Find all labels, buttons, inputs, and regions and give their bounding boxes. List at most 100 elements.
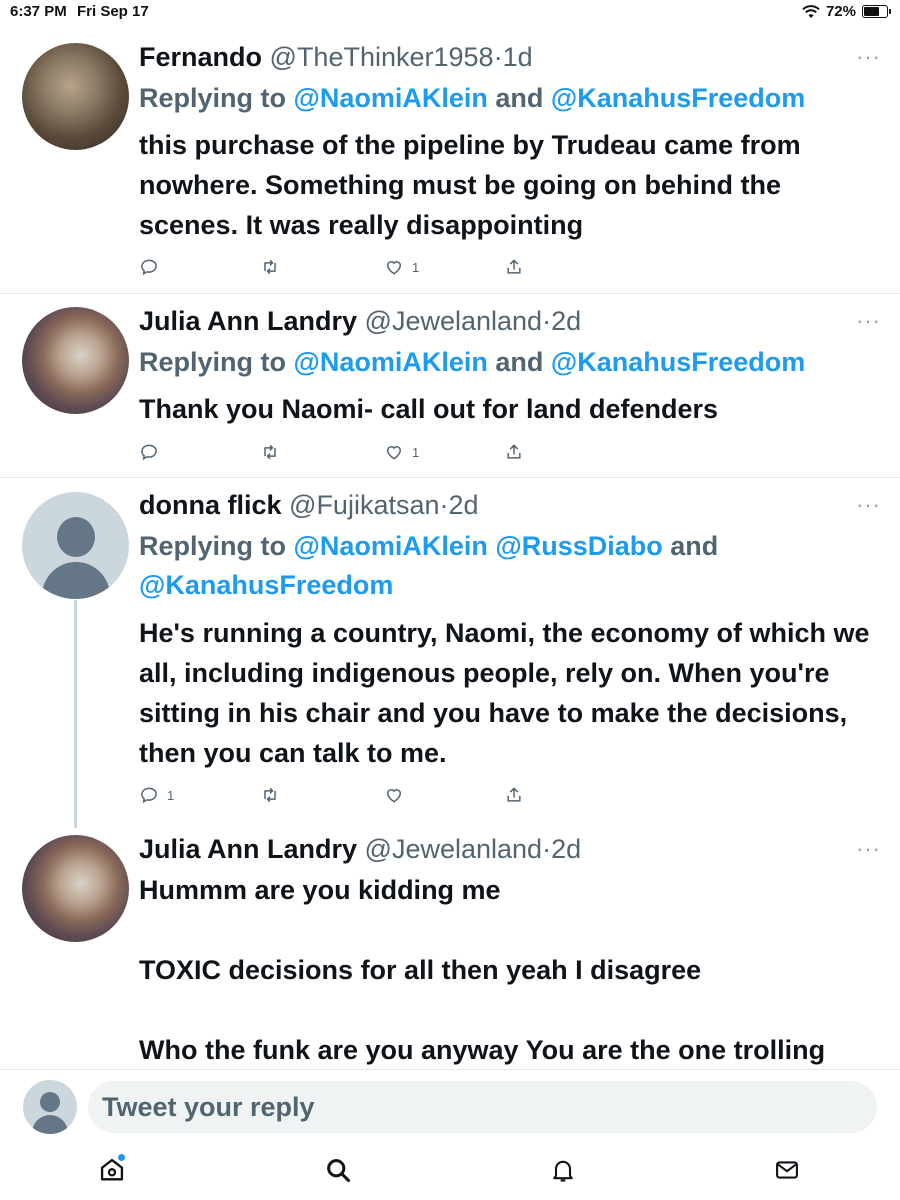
like-button[interactable] bbox=[384, 785, 412, 805]
like-button[interactable]: 1 bbox=[384, 257, 419, 277]
share-icon bbox=[507, 787, 521, 802]
avatar-donna-default[interactable] bbox=[22, 492, 129, 599]
status-right: 72% bbox=[802, 3, 891, 20]
mention-link[interactable]: @KanahusFreedom bbox=[551, 347, 805, 377]
heart-icon bbox=[386, 261, 402, 275]
tweet-text: this purchase of the pipeline by Trudeau… bbox=[139, 130, 801, 240]
author-handle[interactable]: @Jewelanland bbox=[365, 834, 543, 864]
mention-link[interactable]: @KanahusFreedom bbox=[551, 83, 805, 113]
thread-connector-line bbox=[74, 600, 77, 828]
nav-messages[interactable] bbox=[773, 1156, 803, 1186]
status-bar: 6:37 PM Fri Sep 17 72% bbox=[0, 0, 900, 26]
avatar-julia[interactable] bbox=[22, 307, 129, 414]
reply-input[interactable] bbox=[88, 1081, 877, 1133]
tweet-text-line: Hummm are you kidding me bbox=[139, 875, 501, 905]
status-time: 6:37 PM bbox=[10, 3, 67, 20]
share-icon bbox=[507, 444, 521, 459]
author-name[interactable]: Julia Ann Landry bbox=[139, 834, 357, 864]
replying-to: Replying to @NaomiAKlein @RussDiabo and … bbox=[139, 527, 879, 605]
share-icon bbox=[507, 259, 521, 274]
retweet-icon bbox=[264, 444, 276, 460]
retweet-button[interactable] bbox=[260, 257, 280, 277]
like-button[interactable]: 1 bbox=[384, 442, 419, 462]
reply-button[interactable] bbox=[139, 442, 167, 462]
notifications-icon bbox=[553, 1160, 573, 1182]
more-options-icon[interactable]: ··· bbox=[856, 836, 881, 862]
mention-link[interactable]: @NaomiAKlein bbox=[294, 347, 488, 377]
notification-dot bbox=[118, 1154, 125, 1161]
separator: · bbox=[493, 42, 503, 72]
avatar-head bbox=[57, 517, 95, 557]
tweet-age[interactable]: 2d bbox=[551, 834, 581, 864]
separator: · bbox=[542, 306, 552, 336]
more-options-icon[interactable]: ··· bbox=[856, 492, 881, 518]
tweet-actions: 1 bbox=[139, 442, 539, 466]
tweet-age[interactable]: 2d bbox=[551, 306, 581, 336]
mention-joiner: and bbox=[487, 347, 551, 377]
reply-icon bbox=[141, 444, 157, 461]
share-button[interactable] bbox=[504, 257, 524, 277]
avatar-julia[interactable] bbox=[22, 835, 129, 942]
nav-home[interactable] bbox=[98, 1154, 128, 1186]
tweet-text-line: TOXIC decisions for all then yeah I disa… bbox=[139, 955, 702, 985]
tweet-header: Julia Ann Landry @Jewelanland·2d bbox=[139, 834, 581, 865]
reply-button[interactable] bbox=[139, 257, 167, 277]
avatar-body bbox=[42, 562, 110, 599]
mention-link[interactable]: @NaomiAKlein bbox=[294, 531, 488, 561]
avatar-head bbox=[40, 1092, 60, 1112]
tweet-age[interactable]: 1d bbox=[503, 42, 533, 72]
twitter-thread-page: 6:37 PM Fri Sep 17 72% Fernando @TheThin… bbox=[0, 0, 900, 1200]
nav-search[interactable] bbox=[324, 1156, 354, 1186]
tweet-actions: 1 bbox=[139, 257, 539, 281]
author-name[interactable]: donna flick bbox=[139, 490, 282, 520]
more-options-icon[interactable]: ··· bbox=[856, 308, 881, 334]
tweet-divider bbox=[0, 477, 900, 478]
author-handle[interactable]: @TheThinker1958 bbox=[270, 42, 494, 72]
mention-joiner: and bbox=[487, 83, 551, 113]
author-handle[interactable]: @Jewelanland bbox=[365, 306, 543, 336]
wifi-icon bbox=[802, 4, 820, 18]
author-name[interactable]: Julia Ann Landry bbox=[139, 306, 357, 336]
tweet-header: donna flick @Fujikatsan·2d bbox=[139, 490, 479, 521]
author-handle[interactable]: @Fujikatsan bbox=[289, 490, 439, 520]
battery-icon bbox=[862, 5, 891, 18]
mention-link[interactable]: @NaomiAKlein bbox=[294, 83, 488, 113]
tweet-divider bbox=[0, 293, 900, 294]
reply-bar-divider bbox=[0, 1069, 900, 1070]
share-button[interactable] bbox=[504, 442, 524, 462]
reply-icon bbox=[141, 259, 157, 276]
retweet-icon bbox=[264, 787, 276, 803]
heart-icon bbox=[386, 789, 402, 803]
battery-fill bbox=[864, 7, 880, 16]
replying-prefix: Replying to bbox=[139, 531, 294, 561]
tweet-text: Thank you Naomi- call out for land defen… bbox=[139, 394, 719, 424]
mention-link[interactable]: @KanahusFreedom bbox=[139, 570, 393, 600]
more-options-icon[interactable]: ··· bbox=[856, 44, 881, 70]
like-count: 1 bbox=[412, 444, 420, 460]
replying-to: Replying to @NaomiAKlein and @KanahusFre… bbox=[139, 79, 879, 118]
tweet-header: Fernando @TheThinker1958·1d bbox=[139, 42, 533, 73]
separator: · bbox=[439, 490, 449, 520]
reply-count: 1 bbox=[167, 787, 175, 803]
status-date: Fri Sep 17 bbox=[77, 3, 149, 20]
tweet-actions: 1 bbox=[139, 785, 539, 809]
avatar-fernando[interactable] bbox=[22, 43, 129, 150]
tweet-text-line: Who the funk are you anyway You are the … bbox=[139, 1035, 826, 1065]
share-button[interactable] bbox=[504, 785, 524, 805]
retweet-button[interactable] bbox=[260, 785, 280, 805]
retweet-button[interactable] bbox=[260, 442, 280, 462]
like-count: 1 bbox=[412, 259, 420, 275]
mention-link[interactable]: @RussDiabo bbox=[495, 531, 662, 561]
retweet-icon bbox=[264, 259, 276, 275]
replying-prefix: Replying to bbox=[139, 83, 294, 113]
my-avatar[interactable] bbox=[23, 1080, 77, 1134]
heart-icon bbox=[386, 446, 402, 460]
mention-joiner: and bbox=[662, 531, 719, 561]
reply-button[interactable]: 1 bbox=[139, 785, 174, 805]
tweet-age[interactable]: 2d bbox=[449, 490, 479, 520]
messages-icon bbox=[776, 1161, 798, 1179]
replying-to: Replying to @NaomiAKlein and @KanahusFre… bbox=[139, 343, 879, 382]
tweet-text: He's running a country, Naomi, the econo… bbox=[139, 618, 870, 768]
nav-notifications[interactable] bbox=[549, 1156, 579, 1186]
author-name[interactable]: Fernando bbox=[139, 42, 262, 72]
